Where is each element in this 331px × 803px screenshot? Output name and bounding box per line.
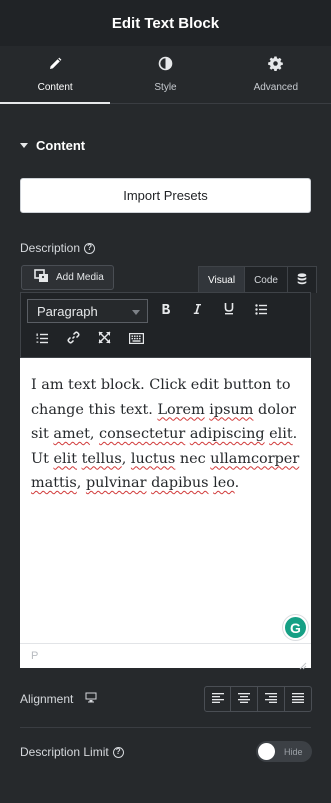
keyboard-icon [128, 331, 144, 349]
link-icon [66, 331, 80, 349]
misspelled-word: ullamcorper [210, 450, 300, 467]
panel-title: Edit Text Block [111, 14, 220, 32]
dynamic-tags-button[interactable] [287, 266, 317, 293]
align-right-icon [265, 690, 277, 708]
grammarly-icon: G [290, 619, 301, 636]
description-editor[interactable]: I am text block. Click edit button to ch… [20, 358, 311, 643]
text-run: , [121, 450, 131, 467]
toolbar-toggle-button[interactable] [125, 329, 147, 351]
tab-advanced[interactable]: Advanced [221, 46, 331, 103]
tab-content[interactable]: Content [0, 46, 111, 104]
align-justify-icon [292, 690, 304, 708]
misspelled-word: pulvinar [85, 475, 147, 491]
misspelled-word: elit [269, 426, 293, 442]
grammarly-button[interactable]: G [283, 615, 308, 640]
misspelled-word: elit [53, 450, 78, 467]
caret-down-icon [20, 142, 28, 148]
align-left-icon [211, 690, 224, 708]
tab-content-label: Content [37, 81, 73, 93]
description-limit-label: Description Limit ? [20, 745, 124, 759]
misspelled-word: mattis [31, 475, 77, 491]
section-content-toggle[interactable]: Content [20, 137, 86, 153]
editor-toolbar: Paragraph [20, 292, 311, 358]
align-left-button[interactable] [204, 686, 231, 712]
tab-visual[interactable]: Visual [198, 266, 246, 293]
media-icon [34, 269, 50, 286]
bullet-list-icon [255, 302, 267, 320]
question-circle-icon[interactable]: ? [112, 746, 124, 758]
alignment-label: Alignment [20, 692, 97, 706]
description-label: Description ? [20, 241, 96, 255]
chevron-down-icon [132, 310, 140, 315]
description-limit-label-text: Description Limit [20, 745, 109, 759]
misspelled-word: adipiscing [189, 426, 265, 442]
pencil-icon [48, 57, 62, 76]
description-limit-toggle[interactable]: Hide [256, 741, 312, 762]
element-path: P [31, 650, 39, 662]
contrast-icon [158, 56, 173, 76]
underline-button[interactable] [218, 300, 240, 322]
misspelled-word: tellus [81, 450, 122, 467]
align-center-button[interactable] [231, 686, 258, 712]
section-title: Content [36, 137, 86, 153]
fullscreen-icon [98, 331, 111, 349]
divider [20, 727, 311, 728]
add-media-button[interactable]: Add Media [21, 265, 114, 290]
format-select[interactable]: Paragraph [27, 299, 148, 323]
italic-button[interactable] [186, 300, 208, 322]
align-center-icon [238, 690, 250, 708]
resize-handle-icon[interactable] [299, 657, 307, 670]
misspelled-word: dapibus [151, 475, 209, 491]
editor-status-bar: P [20, 643, 311, 668]
link-button[interactable] [62, 329, 84, 351]
bold-button[interactable] [155, 300, 177, 322]
italic-icon [192, 302, 202, 320]
text-run: . [234, 475, 240, 491]
misspelled-word: amet [53, 426, 90, 442]
tab-style[interactable]: Style [110, 46, 220, 103]
alignment-label-text: Alignment [20, 692, 74, 706]
panel-tabs: Content Style Advanced [0, 46, 331, 104]
toggle-label: Hide [284, 746, 303, 757]
panel-header: Edit Text Block [0, 0, 331, 46]
misspelled-word: Lorem [157, 401, 205, 418]
align-right-button[interactable] [258, 686, 285, 712]
import-presets-button[interactable]: Import Presets [20, 178, 311, 213]
text-run: , [76, 475, 86, 491]
add-media-label: Add Media [56, 272, 104, 283]
tab-code[interactable]: Code [245, 266, 288, 293]
numbered-list-button[interactable] [31, 329, 53, 351]
misspelled-word: luctus [130, 450, 176, 467]
align-justify-button[interactable] [285, 686, 312, 712]
misspelled-word: consectetur [99, 426, 186, 442]
bold-icon [161, 302, 171, 320]
numbered-list-icon [36, 331, 48, 349]
fullscreen-button[interactable] [93, 329, 115, 351]
question-circle-icon[interactable]: ? [84, 242, 96, 254]
editor-content[interactable]: I am text block. Click edit button to ch… [31, 373, 300, 496]
description-label-text: Description [20, 241, 81, 255]
format-select-value: Paragraph [37, 303, 98, 319]
text-run: , [89, 426, 100, 442]
gear-icon [268, 56, 284, 76]
editor-mode-tabs: Visual Code [198, 266, 317, 293]
desktop-icon[interactable] [85, 692, 97, 706]
tab-style-label: Style [154, 82, 177, 93]
text-run: nec [175, 450, 211, 467]
tab-advanced-label: Advanced [253, 82, 299, 93]
alignment-choices [204, 686, 312, 712]
misspelled-word: ipsum [209, 401, 254, 418]
database-icon [297, 272, 307, 288]
underline-icon [224, 302, 234, 320]
toggle-knob [258, 743, 275, 760]
bullet-list-button[interactable] [250, 300, 272, 322]
misspelled-word: leo [213, 475, 235, 491]
